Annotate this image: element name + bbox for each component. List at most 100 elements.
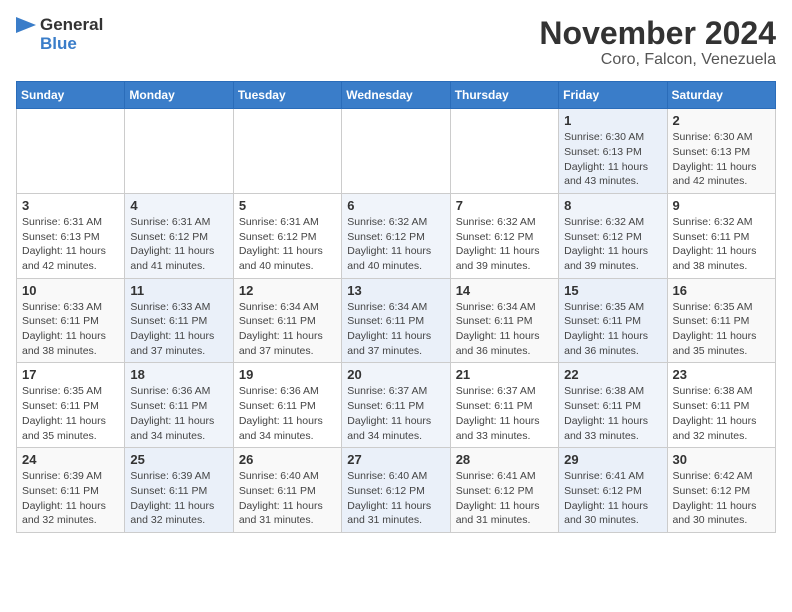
calendar-day-cell: 28 Sunrise: 6:41 AMSunset: 6:12 PMDayligh… [450, 448, 558, 533]
day-info: Sunrise: 6:39 AMSunset: 6:11 PMDaylight:… [22, 469, 119, 528]
day-info: Sunrise: 6:34 AMSunset: 6:11 PMDaylight:… [347, 300, 444, 359]
calendar-empty-cell [342, 109, 450, 194]
weekday-header: Thursday [450, 82, 558, 109]
calendar-day-cell: 27 Sunrise: 6:40 AMSunset: 6:12 PMDayligh… [342, 448, 450, 533]
weekday-header: Friday [559, 82, 667, 109]
day-number: 7 [456, 198, 553, 213]
day-info: Sunrise: 6:34 AMSunset: 6:11 PMDaylight:… [456, 300, 553, 359]
day-info: Sunrise: 6:35 AMSunset: 6:11 PMDaylight:… [564, 300, 661, 359]
day-number: 13 [347, 283, 444, 298]
day-info: Sunrise: 6:38 AMSunset: 6:11 PMDaylight:… [673, 384, 770, 443]
day-number: 1 [564, 113, 661, 128]
day-number: 14 [456, 283, 553, 298]
day-info: Sunrise: 6:42 AMSunset: 6:12 PMDaylight:… [673, 469, 770, 528]
day-number: 24 [22, 452, 119, 467]
calendar-empty-cell [233, 109, 341, 194]
calendar-subtitle: Coro, Falcon, Venezuela [539, 51, 776, 69]
day-info: Sunrise: 6:31 AMSunset: 6:12 PMDaylight:… [239, 215, 336, 274]
day-number: 2 [673, 113, 770, 128]
weekday-header: Tuesday [233, 82, 341, 109]
calendar-day-cell: 22Sunrise: 6:38 AMSunset: 6:11 PMDayligh… [559, 363, 667, 448]
calendar-day-cell: 3Sunrise: 6:31 AMSunset: 6:13 PMDaylight… [17, 193, 125, 278]
weekday-header: Sunday [17, 82, 125, 109]
calendar-day-cell: 16 Sunrise: 6:35 AMSunset: 6:11 PMDayligh… [667, 278, 775, 363]
day-number: 27 [347, 452, 444, 467]
calendar-day-cell: 12 Sunrise: 6:34 AMSunset: 6:11 PMDayligh… [233, 278, 341, 363]
calendar-day-cell: 30 Sunrise: 6:42 AMSunset: 6:12 PMDayligh… [667, 448, 775, 533]
day-info: Sunrise: 6:39 AMSunset: 6:11 PMDaylight:… [130, 469, 227, 528]
day-number: 29 [564, 452, 661, 467]
logo: GeneralBlue [16, 16, 103, 53]
day-info: Sunrise: 6:40 AMSunset: 6:11 PMDaylight:… [239, 469, 336, 528]
day-number: 25 [130, 452, 227, 467]
day-info: Sunrise: 6:33 AMSunset: 6:11 PMDaylight:… [130, 300, 227, 359]
day-info: Sunrise: 6:32 AMSunset: 6:12 PMDaylight:… [564, 215, 661, 274]
logo-general: General [40, 16, 103, 35]
logo-flag-icon [16, 17, 36, 53]
day-info: Sunrise: 6:40 AMSunset: 6:12 PMDaylight:… [347, 469, 444, 528]
weekday-header: Wednesday [342, 82, 450, 109]
day-info: Sunrise: 6:31 AMSunset: 6:12 PMDaylight:… [130, 215, 227, 274]
calendar-day-cell: 9 Sunrise: 6:32 AMSunset: 6:11 PMDaylight… [667, 193, 775, 278]
calendar-day-cell: 25 Sunrise: 6:39 AMSunset: 6:11 PMDayligh… [125, 448, 233, 533]
day-number: 21 [456, 367, 553, 382]
day-number: 6 [347, 198, 444, 213]
calendar-header-row: SundayMondayTuesdayWednesdayThursdayFrid… [17, 82, 776, 109]
day-info: Sunrise: 6:34 AMSunset: 6:11 PMDaylight:… [239, 300, 336, 359]
weekday-header: Saturday [667, 82, 775, 109]
calendar-day-cell: 4Sunrise: 6:31 AMSunset: 6:12 PMDaylight… [125, 193, 233, 278]
day-info: Sunrise: 6:37 AMSunset: 6:11 PMDaylight:… [456, 384, 553, 443]
day-number: 22 [564, 367, 661, 382]
calendar-day-cell: 20Sunrise: 6:37 AMSunset: 6:11 PMDayligh… [342, 363, 450, 448]
day-number: 23 [673, 367, 770, 382]
day-info: Sunrise: 6:33 AMSunset: 6:11 PMDaylight:… [22, 300, 119, 359]
day-number: 12 [239, 283, 336, 298]
page-header: GeneralBlue November 2024 Coro, Falcon, … [16, 16, 776, 69]
day-info: Sunrise: 6:36 AMSunset: 6:11 PMDaylight:… [130, 384, 227, 443]
day-number: 20 [347, 367, 444, 382]
day-number: 15 [564, 283, 661, 298]
day-number: 5 [239, 198, 336, 213]
day-number: 30 [673, 452, 770, 467]
day-info: Sunrise: 6:30 AMSunset: 6:13 PMDaylight:… [564, 130, 661, 189]
day-info: Sunrise: 6:35 AMSunset: 6:11 PMDaylight:… [673, 300, 770, 359]
day-number: 26 [239, 452, 336, 467]
calendar-week-row: 17 Sunrise: 6:35 AMSunset: 6:11 PMDayligh… [17, 363, 776, 448]
day-info: Sunrise: 6:36 AMSunset: 6:11 PMDaylight:… [239, 384, 336, 443]
day-number: 18 [130, 367, 227, 382]
day-number: 16 [673, 283, 770, 298]
calendar-day-cell: 14 Sunrise: 6:34 AMSunset: 6:11 PMDayligh… [450, 278, 558, 363]
day-info: Sunrise: 6:41 AMSunset: 6:12 PMDaylight:… [456, 469, 553, 528]
calendar-day-cell: 19 Sunrise: 6:36 AMSunset: 6:11 PMDayligh… [233, 363, 341, 448]
logo-blue: Blue [40, 35, 103, 54]
calendar-day-cell: 8 Sunrise: 6:32 AMSunset: 6:12 PMDaylight… [559, 193, 667, 278]
calendar-day-cell: 2Sunrise: 6:30 AMSunset: 6:13 PMDaylight… [667, 109, 775, 194]
day-number: 28 [456, 452, 553, 467]
title-block: November 2024 Coro, Falcon, Venezuela [539, 16, 776, 69]
day-info: Sunrise: 6:32 AMSunset: 6:11 PMDaylight:… [673, 215, 770, 274]
weekday-header: Monday [125, 82, 233, 109]
day-number: 17 [22, 367, 119, 382]
day-info: Sunrise: 6:32 AMSunset: 6:12 PMDaylight:… [456, 215, 553, 274]
day-number: 8 [564, 198, 661, 213]
day-number: 9 [673, 198, 770, 213]
calendar-day-cell: 24 Sunrise: 6:39 AMSunset: 6:11 PMDayligh… [17, 448, 125, 533]
calendar-day-cell: 29 Sunrise: 6:41 AMSunset: 6:12 PMDayligh… [559, 448, 667, 533]
calendar-day-cell: 26 Sunrise: 6:40 AMSunset: 6:11 PMDayligh… [233, 448, 341, 533]
calendar-day-cell: 18 Sunrise: 6:36 AMSunset: 6:11 PMDayligh… [125, 363, 233, 448]
calendar-empty-cell [125, 109, 233, 194]
calendar-day-cell: 10Sunrise: 6:33 AMSunset: 6:11 PMDayligh… [17, 278, 125, 363]
calendar-day-cell: 11Sunrise: 6:33 AMSunset: 6:11 PMDayligh… [125, 278, 233, 363]
calendar-day-cell: 13 Sunrise: 6:34 AMSunset: 6:11 PMDayligh… [342, 278, 450, 363]
calendar-week-row: 10Sunrise: 6:33 AMSunset: 6:11 PMDayligh… [17, 278, 776, 363]
calendar-day-cell: 5 Sunrise: 6:31 AMSunset: 6:12 PMDaylight… [233, 193, 341, 278]
day-number: 19 [239, 367, 336, 382]
day-info: Sunrise: 6:35 AMSunset: 6:11 PMDaylight:… [22, 384, 119, 443]
calendar-day-cell: 23 Sunrise: 6:38 AMSunset: 6:11 PMDayligh… [667, 363, 775, 448]
calendar-day-cell: 17 Sunrise: 6:35 AMSunset: 6:11 PMDayligh… [17, 363, 125, 448]
day-info: Sunrise: 6:41 AMSunset: 6:12 PMDaylight:… [564, 469, 661, 528]
calendar-week-row: 24 Sunrise: 6:39 AMSunset: 6:11 PMDayligh… [17, 448, 776, 533]
calendar-empty-cell [450, 109, 558, 194]
day-number: 3 [22, 198, 119, 213]
calendar-day-cell: 21 Sunrise: 6:37 AMSunset: 6:11 PMDayligh… [450, 363, 558, 448]
